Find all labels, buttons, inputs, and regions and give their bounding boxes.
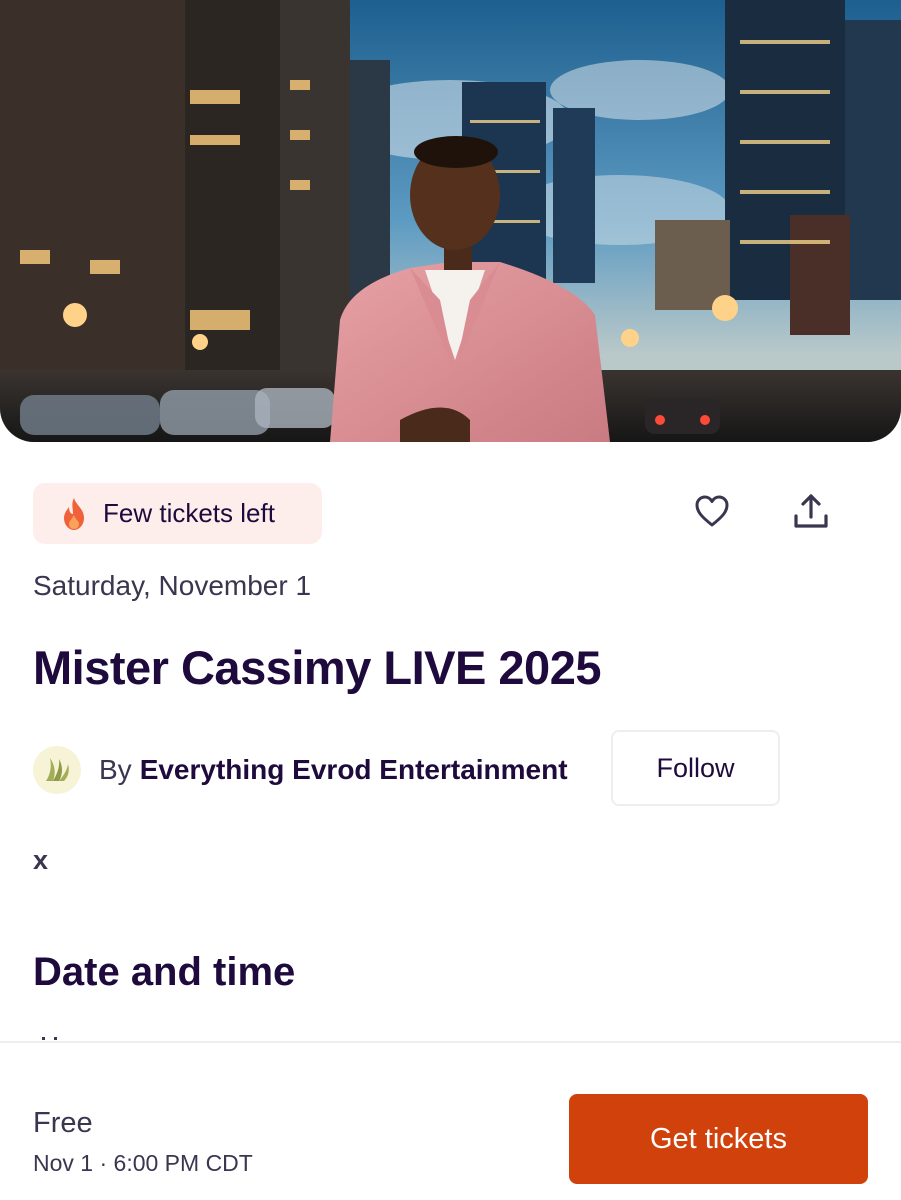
event-title: Mister Cassimy LIVE 2025 [33, 641, 601, 694]
get-tickets-button[interactable]: Get tickets [569, 1094, 868, 1184]
follow-button[interactable]: Follow [611, 730, 780, 806]
organizer-avatar [33, 746, 81, 794]
footer-datetime: Nov 1 · 6:00 PM CDT [33, 1150, 253, 1176]
calendar-icon [36, 1030, 66, 1040]
share-button[interactable] [789, 489, 833, 533]
share-icon [794, 494, 828, 528]
organizer-row[interactable]: By Everything Evrod Entertainment [33, 745, 568, 795]
event-summary: x [33, 845, 49, 875]
leaf-logo-icon [46, 758, 69, 781]
like-button[interactable] [690, 489, 734, 533]
organizer-by-label: By [99, 754, 132, 785]
fire-icon [59, 497, 89, 531]
sticky-checkout-bar: Free Nov 1 · 6:00 PM CDT Get tickets [0, 1041, 901, 1200]
event-date: Saturday, November 1 [33, 570, 312, 601]
heart-icon [695, 495, 729, 527]
few-tickets-badge: Few tickets left [33, 483, 322, 544]
date-and-time-heading: Date and time [33, 950, 296, 994]
event-hero-image [0, 0, 901, 442]
ticket-price: Free [33, 1107, 93, 1139]
badge-label: Few tickets left [103, 498, 275, 528]
organizer-name[interactable]: Everything Evrod Entertainment [140, 754, 568, 786]
hero-illustration [0, 0, 901, 442]
